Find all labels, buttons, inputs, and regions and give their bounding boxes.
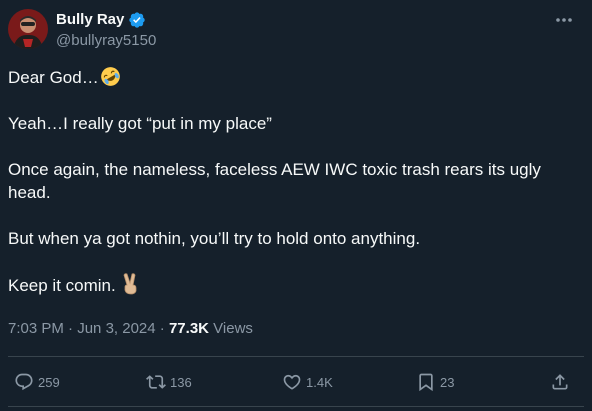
share-button[interactable] [550,368,570,396]
reply-count: 259 [38,374,60,390]
author-name[interactable]: Bully Ray [56,11,124,29]
avatar-image [8,9,48,49]
repost-icon [146,375,166,389]
tweet-text: Dear God… Yeah…I really got “put in my p… [8,66,578,297]
share-icon [552,374,568,390]
author-name-row: Bully Ray [56,11,146,29]
reply-button[interactable]: 259 [14,368,60,396]
bookmark-button[interactable]: 23 [416,368,454,396]
tweet-meta: 7:03 PM · Jun 3, 2024 · 77.3K Views [8,320,253,337]
tweet: Bully Ray @bullyray5150 Dear God… Yeah…I [0,0,592,411]
rolling-on-floor-laughing-emoji [100,67,120,86]
verified-badge-icon[interactable] [128,11,146,29]
tweet-line: Keep it comin. [8,273,578,297]
meta-separator: · [68,320,74,337]
tweet-time[interactable]: 7:03 PM [8,320,64,337]
tweet-line: Dear God… [8,66,578,89]
bookmark-count: 23 [440,374,455,390]
tweet-date[interactable]: Jun 3, 2024 [77,320,155,337]
repost-button[interactable]: 136 [146,368,192,396]
tweet-line: Once again, the nameless, faceless AEW I… [8,160,541,202]
tweet-line: Yeah…I really got “put in my place” [8,114,272,133]
action-bar: 259 136 1.4K 23 [0,368,592,396]
divider [8,356,584,357]
victory-hand-emoji [124,273,137,295]
tweet-line-text: Dear God… [8,68,99,87]
views-label: Views [213,320,253,337]
reply-icon [15,373,33,391]
like-count: 1.4K [306,374,333,390]
avatar[interactable] [8,9,48,49]
views-count: 77.3K [168,320,209,337]
heart-icon [283,374,301,390]
like-button[interactable]: 1.4K [282,368,333,396]
meta-separator: · [159,320,165,337]
tweet-line: But when ya got nothin, you’ll try to ho… [8,229,421,248]
divider [8,406,584,407]
tweet-line-text: Keep it comin. [8,276,116,295]
bookmark-icon [419,373,433,392]
author-handle[interactable]: @bullyray5150 [56,32,156,49]
more-options-icon[interactable] [550,10,578,30]
repost-count: 136 [170,374,192,390]
